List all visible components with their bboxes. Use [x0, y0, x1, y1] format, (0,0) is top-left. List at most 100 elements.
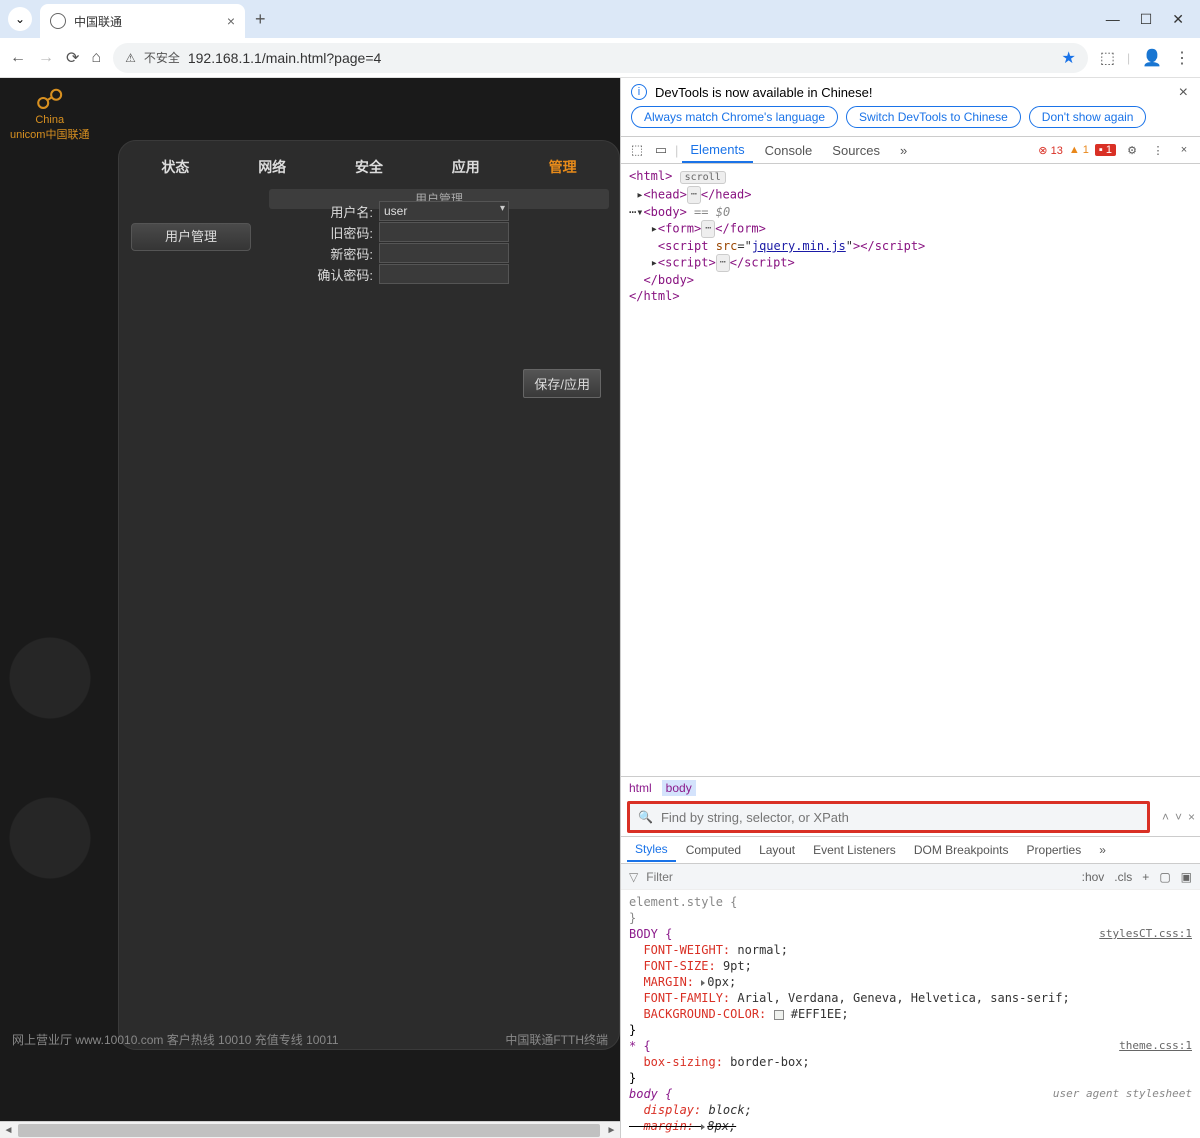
info-icon: i — [631, 84, 647, 100]
user-form: 用户名: user 旧密码: 新密码: — [269, 201, 609, 285]
search-icon: 🔍 — [638, 810, 653, 824]
main-nav: 状态 网络 安全 应用 管理 — [119, 149, 619, 185]
rendering-icon[interactable]: ▣ — [1181, 870, 1192, 884]
save-button[interactable]: 保存/应用 — [523, 369, 601, 398]
warning-badge[interactable]: ▲ 1 — [1069, 144, 1089, 156]
device-icon[interactable]: ▭ — [651, 142, 671, 158]
new-rule-icon[interactable]: + — [1142, 870, 1149, 884]
search-input[interactable] — [661, 810, 1139, 825]
minimize-button[interactable]: — — [1106, 11, 1120, 28]
tab-dom-breakpoints[interactable]: DOM Breakpoints — [906, 839, 1017, 861]
kebab-icon[interactable]: ⋮ — [1148, 144, 1168, 157]
error-badge[interactable]: ⊗ 13 — [1038, 144, 1063, 157]
browser-tab-bar: ⌄ 中国联通 × + — ☐ ✕ — [0, 0, 1200, 38]
filter-input[interactable] — [646, 870, 766, 884]
search-next-icon[interactable]: ˅ — [1175, 810, 1182, 824]
logo-icon: ☍ — [10, 86, 89, 114]
dom-tree[interactable]: <html> scroll ▸<head>⋯</head> ⋯▾<body> =… — [621, 164, 1200, 776]
scroll-thumb[interactable] — [18, 1124, 600, 1137]
styles-filter-row: ▽ :hov .cls + ▢ ▣ — [621, 864, 1200, 890]
hov-toggle[interactable]: :hov — [1082, 870, 1105, 884]
breadcrumb-body[interactable]: body — [662, 780, 696, 796]
profile-icon[interactable]: 👤 — [1142, 48, 1162, 68]
url-bar[interactable]: ⚠ 不安全 192.168.1.1/main.html?page=4 ★ — [113, 43, 1088, 73]
new-tab-button[interactable]: + — [255, 9, 266, 30]
address-bar: ← → ⟳ ⌂ ⚠ 不安全 192.168.1.1/main.html?page… — [0, 38, 1200, 78]
confirmpw-label: 确认密码: — [269, 265, 379, 284]
footer-left: 网上营业厅 www.10010.com 客户热线 10010 充值专线 1001… — [12, 1031, 339, 1048]
newpw-input[interactable] — [379, 243, 509, 263]
extensions-icon[interactable]: ⬚ — [1100, 48, 1115, 68]
chip-dont-show[interactable]: Don't show again — [1029, 106, 1147, 128]
scroll-right-arrow[interactable]: ► — [603, 1122, 620, 1138]
maximize-button[interactable]: ☐ — [1140, 11, 1153, 28]
devtools-close-icon[interactable]: × — [1174, 144, 1194, 156]
nav-tab-manage[interactable]: 管理 — [514, 157, 611, 177]
menu-icon[interactable]: ⋮ — [1174, 48, 1190, 68]
nav-tab-apps[interactable]: 应用 — [417, 157, 514, 177]
source-link-1[interactable]: stylesCT.css:1 — [1099, 926, 1192, 942]
oldpw-input[interactable] — [379, 222, 509, 242]
tab-elements[interactable]: Elements — [682, 138, 752, 163]
url-text: 192.168.1.1/main.html?page=4 — [188, 50, 381, 66]
tab-computed[interactable]: Computed — [678, 839, 749, 861]
tab-styles[interactable]: Styles — [627, 838, 676, 862]
forward-button: → — [38, 49, 54, 67]
styles-tabbar: Styles Computed Layout Event Listeners D… — [621, 836, 1200, 864]
chip-switch-chinese[interactable]: Switch DevTools to Chinese — [846, 106, 1021, 128]
admin-panel: 状态 网络 安全 应用 管理 用户管理 用户管理 用户名: user — [118, 140, 620, 1050]
inspect-icon[interactable]: ⬚ — [627, 142, 647, 158]
devtools-panel: i DevTools is now available in Chinese! … — [620, 78, 1200, 1138]
back-button[interactable]: ← — [10, 49, 26, 67]
tab-event-listeners[interactable]: Event Listeners — [805, 839, 904, 861]
reload-button[interactable]: ⟳ — [66, 48, 79, 68]
search-prev-icon[interactable]: ˄ — [1162, 810, 1169, 824]
tab-layout[interactable]: Layout — [751, 839, 803, 861]
computed-icon[interactable]: ▢ — [1159, 870, 1170, 884]
insecure-icon: ⚠ — [125, 51, 136, 65]
page-content: ☍ China unicom中国联通 状态 网络 安全 应用 管理 用户管理 用… — [0, 78, 620, 1138]
bookmark-star-icon[interactable]: ★ — [1061, 48, 1075, 68]
globe-icon — [50, 13, 66, 29]
infobar-close-icon[interactable]: × — [1179, 84, 1188, 102]
devtools-toolbar: ⬚ ▭ | Elements Console Sources » ⊗ 13 ▲ … — [621, 136, 1200, 164]
oldpw-label: 旧密码: — [269, 223, 379, 242]
filter-icon: ▽ — [629, 870, 638, 884]
username-select[interactable]: user — [379, 201, 509, 221]
tab-sources[interactable]: Sources — [824, 139, 888, 162]
sidebar-user-mgmt[interactable]: 用户管理 — [131, 223, 251, 251]
close-icon[interactable]: × — [227, 13, 235, 29]
tab-console[interactable]: Console — [757, 139, 821, 162]
logo: ☍ China unicom中国联通 — [10, 86, 89, 142]
info-badge[interactable]: ▪ 1 — [1095, 144, 1116, 156]
nav-tab-status[interactable]: 状态 — [127, 157, 224, 177]
cls-toggle[interactable]: .cls — [1114, 870, 1132, 884]
close-window-button[interactable]: ✕ — [1172, 11, 1184, 28]
tab-title: 中国联通 — [74, 13, 219, 30]
gear-icon[interactable]: ⚙ — [1122, 144, 1142, 157]
tab-more[interactable]: » — [892, 139, 915, 162]
logo-text-1: China — [35, 114, 64, 126]
browser-tab[interactable]: 中国联通 × — [40, 4, 245, 38]
logo-text-2: unicom中国联通 — [10, 129, 89, 141]
nav-tab-security[interactable]: 安全 — [321, 157, 418, 177]
username-label: 用户名: — [269, 202, 379, 221]
confirmpw-input[interactable] — [379, 264, 509, 284]
styles-body[interactable]: element.style { } stylesCT.css:1BODY { F… — [621, 890, 1200, 1138]
home-button[interactable]: ⌂ — [91, 49, 101, 67]
chip-always-match[interactable]: Always match Chrome's language — [631, 106, 838, 128]
tab-properties[interactable]: Properties — [1019, 839, 1090, 861]
tab-styles-more[interactable]: » — [1091, 839, 1114, 861]
horizontal-scrollbar[interactable]: ◄ ► — [0, 1121, 620, 1138]
source-link-2[interactable]: theme.css:1 — [1119, 1038, 1192, 1054]
newpw-label: 新密码: — [269, 244, 379, 263]
devtools-search[interactable]: 🔍 ˄ ˅ × — [627, 801, 1150, 833]
footer-right: 中国联通FTTH终端 — [505, 1031, 608, 1048]
nav-tab-network[interactable]: 网络 — [224, 157, 321, 177]
breadcrumb-html[interactable]: html — [629, 781, 652, 795]
search-close-icon[interactable]: × — [1188, 810, 1195, 824]
scroll-left-arrow[interactable]: ◄ — [0, 1122, 17, 1138]
page-footer: 网上营业厅 www.10010.com 客户热线 10010 充值专线 1001… — [0, 1031, 620, 1048]
dom-breadcrumb: html body — [621, 776, 1200, 798]
tab-search-dropdown[interactable]: ⌄ — [8, 7, 32, 31]
